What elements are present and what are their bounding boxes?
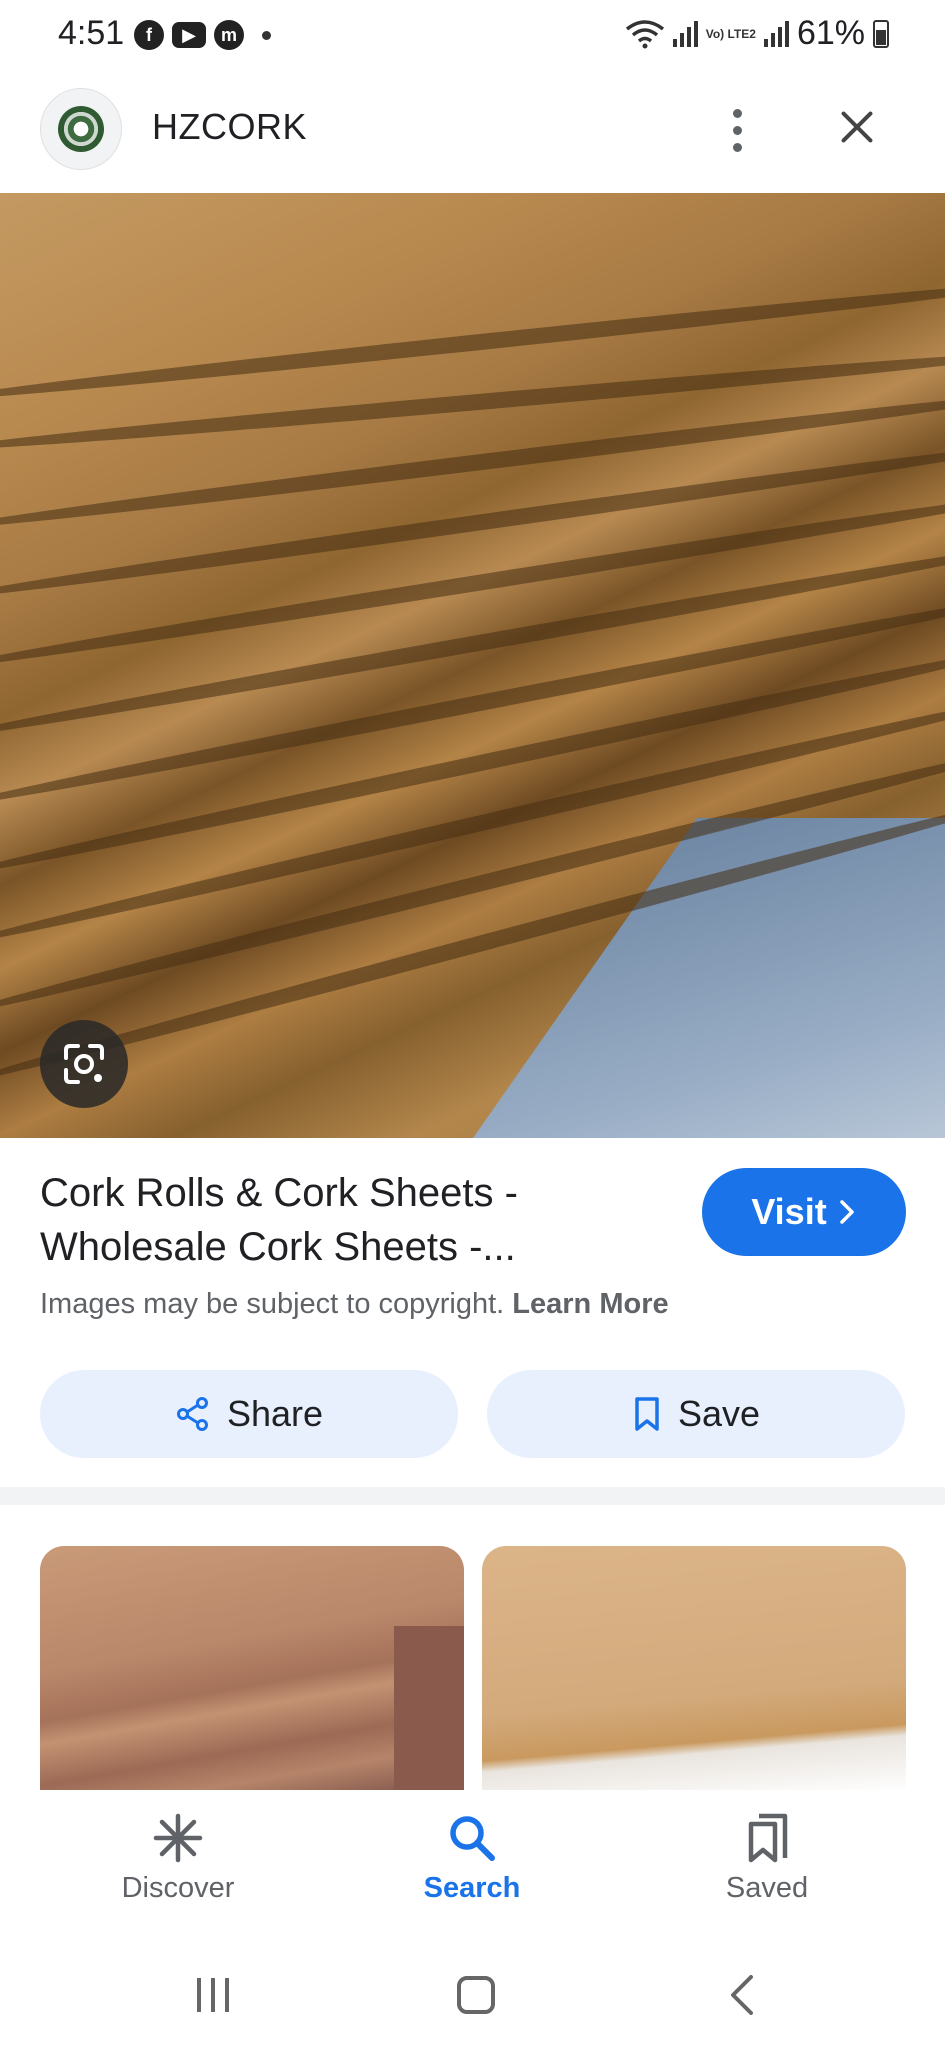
chevron-right-icon: [839, 1200, 854, 1224]
save-label: Save: [677, 1393, 761, 1434]
wifi-icon: [625, 19, 664, 48]
battery-icon: [873, 19, 889, 48]
share-icon: [176, 1397, 208, 1431]
facebook-icon: f: [134, 20, 164, 50]
search-icon: [450, 1816, 495, 1861]
section-divider: [0, 1487, 945, 1505]
hzcork-logo-icon: [58, 106, 104, 152]
main-result-image[interactable]: [0, 193, 945, 1138]
lens-icon: [64, 1044, 104, 1084]
copyright-notice: Images may be subject to copyright. Lear…: [40, 1288, 669, 1321]
asterisk-icon: [153, 1813, 203, 1863]
save-button[interactable]: Save: [487, 1370, 905, 1458]
status-bar: 4:51 f ▶ m Vo) LTE2 61%: [0, 0, 945, 72]
system-navigation: [0, 1940, 945, 2048]
recent-apps-icon: [197, 1978, 201, 2012]
copyright-text: Images may be subject to copyright.: [40, 1288, 505, 1320]
share-button[interactable]: Share: [40, 1370, 458, 1458]
bottom-navigation: Discover Search Saved: [0, 1790, 945, 1940]
site-name[interactable]: HZCORK: [152, 106, 307, 148]
notification-icons: f ▶ m: [134, 20, 271, 50]
nav-search-label: Search: [423, 1872, 521, 1904]
back-icon: [731, 1975, 753, 2015]
visit-button[interactable]: Visit: [702, 1168, 906, 1256]
home-icon: [457, 1976, 495, 2014]
youtube-icon: ▶: [172, 22, 206, 48]
nav-saved[interactable]: Saved: [667, 1812, 867, 1905]
back-button[interactable]: [712, 1970, 772, 2020]
nav-discover-label: Discover: [121, 1872, 235, 1904]
related-image-2[interactable]: [482, 1546, 906, 1792]
signal-icon: [672, 20, 698, 47]
volte-indicator: Vo) LTE2: [705, 26, 756, 41]
recent-apps-button[interactable]: [183, 1970, 243, 2020]
site-logo[interactable]: [40, 88, 122, 170]
result-header: HZCORK: [0, 80, 945, 190]
more-options-button[interactable]: [712, 100, 762, 160]
nav-search[interactable]: Search: [372, 1812, 572, 1905]
share-label: Share: [226, 1393, 324, 1434]
close-button[interactable]: [832, 102, 882, 152]
result-title[interactable]: Cork Rolls & Cork Sheets - Wholesale Cor…: [40, 1166, 680, 1274]
more-vert-icon: [732, 108, 742, 118]
google-lens-button[interactable]: [40, 1020, 128, 1108]
bookmarks-icon: [748, 1813, 788, 1863]
home-button[interactable]: [446, 1970, 506, 2020]
nav-discover[interactable]: Discover: [78, 1812, 278, 1905]
messenger-icon: m: [214, 20, 244, 50]
more-notifications-dot: [262, 30, 271, 40]
battery-percent: 61%: [796, 14, 865, 52]
status-time: 4:51: [58, 14, 125, 52]
related-image-1[interactable]: [40, 1546, 464, 1792]
signal-icon-2: [763, 20, 789, 47]
status-indicators: Vo) LTE2 61%: [625, 14, 889, 53]
nav-saved-label: Saved: [725, 1872, 809, 1904]
bookmark-icon: [635, 1397, 659, 1431]
visit-label: Visit: [751, 1191, 827, 1232]
learn-more-link[interactable]: Learn More: [512, 1288, 668, 1320]
